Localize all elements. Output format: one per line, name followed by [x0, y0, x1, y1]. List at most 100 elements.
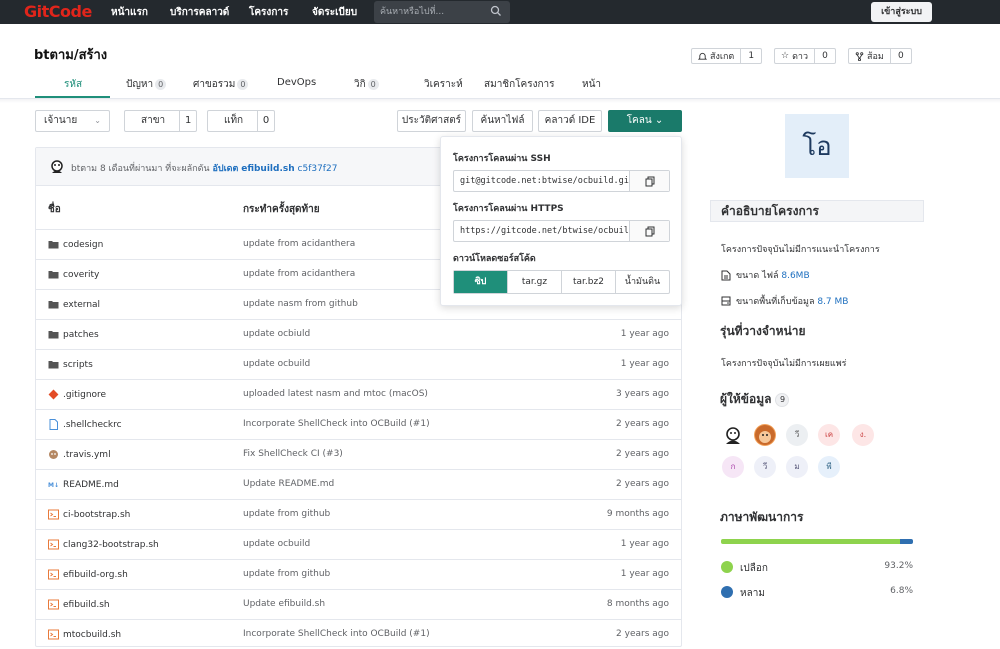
- contributor-avatar[interactable]: วี: [786, 424, 808, 446]
- table-row[interactable]: ci-bootstrap.sh update from github 9 month…: [36, 500, 681, 530]
- file-name-cell[interactable]: mtocbuild.sh: [48, 629, 121, 640]
- file-name[interactable]: .shellcheckrc: [63, 420, 122, 430]
- nav-home[interactable]: หน้าแรก: [111, 5, 148, 20]
- file-name[interactable]: codesign: [63, 240, 103, 250]
- https-url-field[interactable]: https://gitcode.net/btwise/ocbuild.git: [454, 221, 629, 241]
- commit-message[interactable]: Incorporate ShellCheck into OCBuild (#1): [243, 629, 430, 639]
- file-name[interactable]: coverity: [63, 270, 99, 280]
- table-row[interactable]: .gitignore uploaded latest nasm and mtoc …: [36, 380, 681, 410]
- commit-message[interactable]: uploaded latest nasm and mtoc (macOS): [243, 389, 428, 399]
- branches-button[interactable]: สาขา 1: [124, 110, 198, 132]
- login-button[interactable]: เข้าสู่ระบบ: [871, 2, 932, 22]
- commit-message[interactable]: Incorporate ShellCheck into OCBuild (#1): [243, 419, 430, 429]
- tab-code[interactable]: รหัส: [64, 77, 82, 92]
- commit-message[interactable]: update ocbiuld: [243, 329, 310, 339]
- commit-message[interactable]: update from acidanthera: [243, 269, 355, 279]
- tab-analysis[interactable]: วิเคราะห์: [424, 77, 463, 92]
- copy-https-button[interactable]: [629, 221, 669, 241]
- file-name[interactable]: mtocbuild.sh: [63, 630, 121, 640]
- history-button[interactable]: ประวัติศาสตร์: [397, 110, 466, 132]
- commit-message[interactable]: update ocbuild: [243, 359, 310, 369]
- file-name-cell[interactable]: efibuild.sh: [48, 599, 110, 610]
- contributor-avatar[interactable]: วี: [754, 456, 776, 478]
- file-name[interactable]: clang32-bootstrap.sh: [63, 540, 159, 550]
- commit-message[interactable]: update from github: [243, 509, 330, 519]
- branch-select[interactable]: เจ้านาย ⌄: [35, 110, 110, 132]
- tab-members[interactable]: สมาชิกโครงการ: [484, 77, 555, 92]
- star-button[interactable]: ☆ ดาว 0: [774, 48, 837, 64]
- file-name-cell[interactable]: coverity: [48, 269, 99, 280]
- file-name-cell[interactable]: external: [48, 299, 100, 310]
- file-name[interactable]: efibuild.sh: [63, 600, 110, 610]
- commit-message[interactable]: update from acidanthera: [243, 239, 355, 249]
- table-row[interactable]: mtocbuild.sh Incorporate ShellCheck into …: [36, 620, 681, 649]
- commit-message[interactable]: update nasm from github: [243, 299, 358, 309]
- tab-wiki[interactable]: วิกิ 0: [354, 77, 379, 92]
- file-name[interactable]: scripts: [63, 360, 93, 370]
- file-name[interactable]: .travis.yml: [63, 450, 111, 460]
- contributor-avatar[interactable]: [722, 424, 744, 446]
- table-row[interactable]: scripts update ocbuild 1 year ago: [36, 350, 681, 380]
- search-input[interactable]: [380, 4, 488, 20]
- commit-author[interactable]: btตาม: [71, 164, 97, 174]
- commit-message[interactable]: Update README.md: [243, 479, 334, 489]
- file-name-cell[interactable]: .shellcheckrc: [48, 419, 122, 430]
- commit-message[interactable]: Update efibuild.sh: [243, 599, 325, 609]
- contributor-avatar[interactable]: ก: [722, 456, 744, 478]
- contributor-avatar[interactable]: [754, 424, 776, 446]
- file-name-cell[interactable]: ci-bootstrap.sh: [48, 509, 130, 520]
- clone-button[interactable]: โคลน ⌄: [608, 110, 682, 132]
- file-name-cell[interactable]: codesign: [48, 239, 103, 250]
- nav-projects[interactable]: โครงการ: [249, 5, 288, 20]
- file-name[interactable]: .gitignore: [63, 390, 106, 400]
- contributor-avatar[interactable]: ม: [786, 456, 808, 478]
- commit-message[interactable]: update ocbuild: [243, 539, 310, 549]
- download-tar-button[interactable]: น้ำมันดิน: [616, 271, 669, 293]
- commit-update[interactable]: อัปเดต: [212, 164, 238, 174]
- file-name[interactable]: efibuild-org.sh: [63, 570, 128, 580]
- cloud-ide-button[interactable]: คลาวด์ IDE: [538, 110, 602, 132]
- contributor-avatar[interactable]: เค: [818, 424, 840, 446]
- file-name-cell[interactable]: clang32-bootstrap.sh: [48, 539, 159, 550]
- file-name[interactable]: patches: [63, 330, 99, 340]
- commit-message[interactable]: update from github: [243, 569, 330, 579]
- file-name[interactable]: external: [63, 300, 100, 310]
- commit-message[interactable]: Fix ShellCheck CI (#3): [243, 449, 343, 459]
- file-name-cell[interactable]: .travis.yml: [48, 449, 111, 460]
- fork-button[interactable]: ส้อม 0: [848, 48, 912, 64]
- tags-button[interactable]: แท็ก 0: [207, 110, 276, 132]
- watch-button[interactable]: สังเกต 1: [691, 48, 763, 64]
- gitcode-logo[interactable]: GitCode: [24, 2, 92, 21]
- table-row[interactable]: efibuild-org.sh update from github 1 year …: [36, 560, 681, 590]
- contributor-avatar[interactable]: ง.: [852, 424, 874, 446]
- table-row[interactable]: efibuild.sh Update efibuild.sh 8 months ag…: [36, 590, 681, 620]
- table-row[interactable]: clang32-bootstrap.sh update ocbuild 1 year…: [36, 530, 681, 560]
- table-row[interactable]: patches update ocbiuld 1 year ago: [36, 320, 681, 350]
- file-name-cell[interactable]: M↓ README.md: [48, 479, 119, 490]
- table-row[interactable]: M↓ README.md Update README.md 2 years ago: [36, 470, 681, 500]
- commit-hash[interactable]: c5f37f27: [298, 164, 338, 174]
- search-icon[interactable]: [490, 5, 502, 17]
- contributor-avatar[interactable]: พี: [818, 456, 840, 478]
- author-avatar[interactable]: [49, 159, 65, 175]
- download-targz-button[interactable]: tar.gz: [508, 271, 562, 293]
- tab-merge-requests[interactable]: ศาขอรวม 0: [193, 77, 249, 92]
- file-name[interactable]: ci-bootstrap.sh: [63, 510, 130, 520]
- tab-pages[interactable]: หน้า: [582, 77, 601, 92]
- nav-organizations[interactable]: จัดระเบียบ: [312, 5, 357, 20]
- download-tarbz2-button[interactable]: tar.bz2: [562, 271, 616, 293]
- repo-title[interactable]: btตาม/สร้าง: [34, 44, 107, 65]
- file-name-cell[interactable]: scripts: [48, 359, 93, 370]
- ssh-url-field[interactable]: git@gitcode.net:btwise/ocbuild.git: [454, 171, 629, 191]
- download-zip-button[interactable]: ซิป: [454, 271, 508, 293]
- find-file-button[interactable]: ค้นหาไฟล์: [472, 110, 533, 132]
- tab-issues[interactable]: ปัญหา 0: [126, 77, 167, 92]
- copy-ssh-button[interactable]: [629, 171, 669, 191]
- tab-devops[interactable]: DevOps: [277, 77, 316, 88]
- file-name-cell[interactable]: efibuild-org.sh: [48, 569, 128, 580]
- nav-cloud-services[interactable]: บริการคลาวด์: [170, 5, 229, 20]
- table-row[interactable]: .travis.yml Fix ShellCheck CI (#3) 2 years…: [36, 440, 681, 470]
- file-name-cell[interactable]: patches: [48, 329, 99, 340]
- commit-file[interactable]: efibuild.sh: [241, 164, 294, 174]
- file-name-cell[interactable]: .gitignore: [48, 389, 106, 400]
